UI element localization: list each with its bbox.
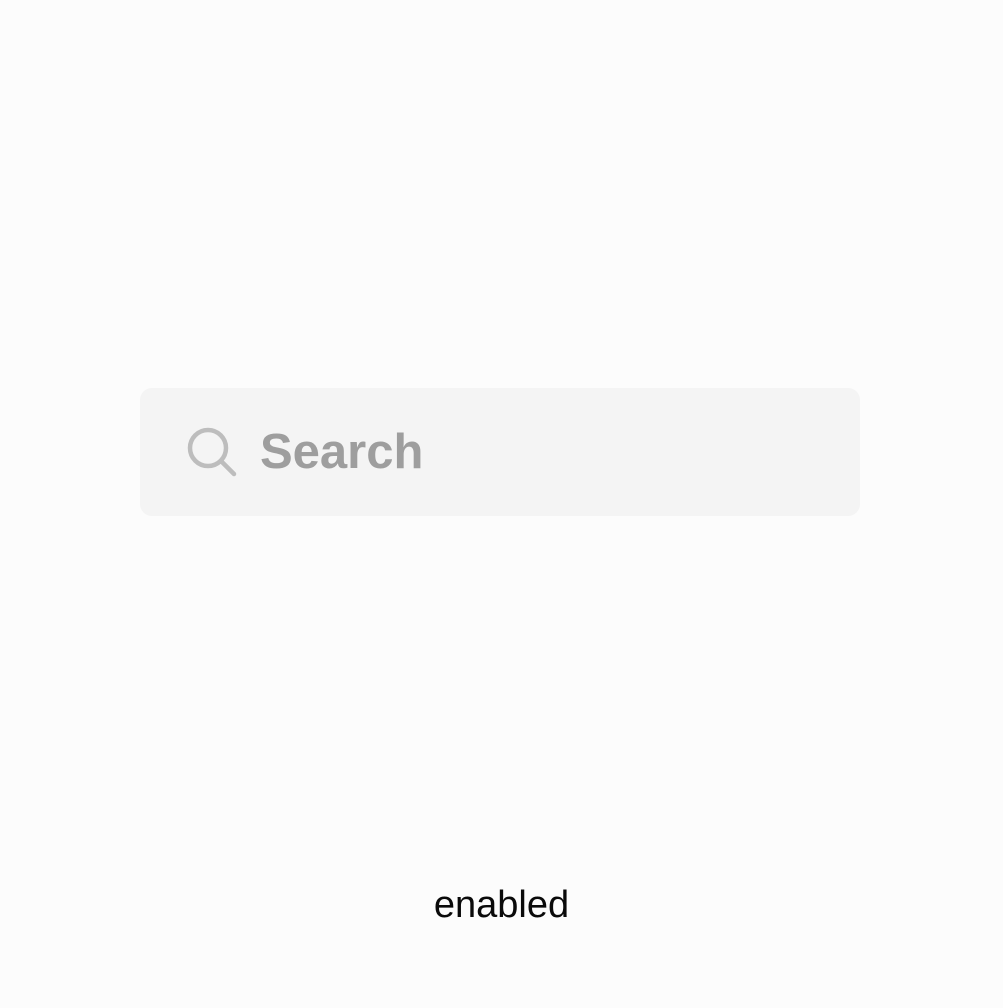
state-label: enabled <box>433 884 570 926</box>
search-input[interactable] <box>260 420 918 484</box>
search-icon <box>186 426 238 478</box>
search-bar[interactable] <box>140 388 918 516</box>
canvas: enabled <box>0 0 1003 1008</box>
